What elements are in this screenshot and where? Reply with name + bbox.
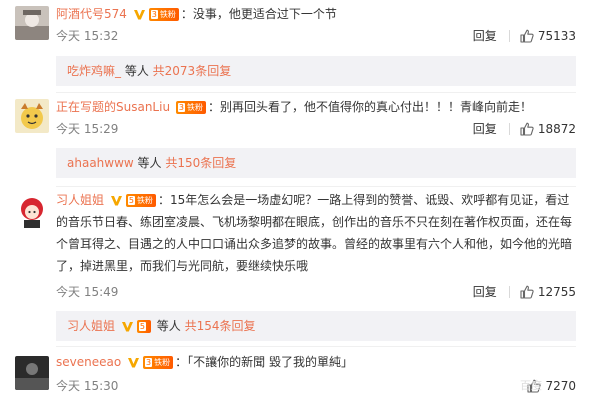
view-replies-link[interactable]: 共150条回复: [165, 156, 236, 170]
thumbs-up-icon[interactable]: [520, 29, 534, 43]
divider: [508, 123, 510, 135]
divider: [56, 186, 576, 187]
username[interactable]: 习人姐姐: [56, 193, 104, 207]
verified-v-icon: [121, 322, 133, 332]
divider: [56, 346, 576, 347]
view-replies-link[interactable]: 共154条回复: [185, 319, 256, 333]
fan-badge-icon: 3 铁粉: [148, 8, 179, 21]
username[interactable]: 阿酒代号574: [56, 7, 127, 21]
sub-reply-summary[interactable]: 吃炸鸡嘛_ 等人 共2073条回复: [56, 56, 576, 86]
fan-badge-icon: 5: [136, 320, 151, 333]
sub-reply-summary[interactable]: 习人姐姐 5 等人 共154条回复: [56, 311, 576, 341]
comment-time: 今天 15:49: [56, 285, 119, 299]
view-replies-link[interactable]: 共2073条回复: [153, 64, 232, 78]
like-count[interactable]: 75133: [538, 27, 576, 45]
username[interactable]: 正在写题的SusanLiu: [56, 100, 170, 114]
reply-button[interactable]: 回复: [473, 27, 497, 45]
comment-text: 别再回头看了，他不值得你的真心付出！！！青峰向前走！: [220, 100, 533, 114]
thumbs-up-icon[interactable]: [520, 285, 534, 299]
like-count[interactable]: 7270: [545, 377, 576, 395]
comment-text: 没事，他更适合过下一个节: [192, 7, 337, 21]
username[interactable]: seveneeao: [56, 355, 121, 369]
reply-button[interactable]: 回复: [473, 120, 497, 138]
fan-badge-icon: 5 铁粉: [125, 194, 156, 207]
sub-reply-user[interactable]: 习人姐姐: [67, 319, 115, 333]
verified-v-icon: [128, 358, 140, 368]
comment-text: 「不讓你的新聞 毀了我的單純」: [187, 355, 353, 369]
fan-badge-icon: 3 铁粉: [143, 356, 174, 369]
watermark: 百度: [520, 379, 542, 392]
like-count[interactable]: 12755: [538, 283, 576, 301]
fan-badge-icon: 3 铁粉: [175, 101, 206, 114]
avatar[interactable]: [15, 99, 49, 133]
avatar[interactable]: [15, 356, 49, 390]
comment-time: 今天 15:32: [56, 29, 119, 43]
divider: [508, 30, 510, 42]
thumbs-up-icon[interactable]: [520, 122, 534, 136]
comment-time: 今天 15:30: [56, 379, 119, 393]
avatar[interactable]: [15, 194, 49, 228]
like-count[interactable]: 18872: [538, 120, 576, 138]
reply-button[interactable]: 回复: [473, 283, 497, 301]
divider: [508, 286, 510, 298]
verified-v-icon: [133, 10, 145, 20]
avatar[interactable]: [15, 6, 49, 40]
verified-v-icon: [110, 196, 122, 206]
sub-reply-summary[interactable]: ahaahwww 等人 共150条回复: [56, 148, 576, 178]
comment-time: 今天 15:29: [56, 122, 119, 136]
divider: [56, 92, 576, 93]
sub-reply-user[interactable]: 吃炸鸡嘛_: [67, 64, 121, 78]
sub-reply-user[interactable]: ahaahwww: [67, 156, 134, 170]
